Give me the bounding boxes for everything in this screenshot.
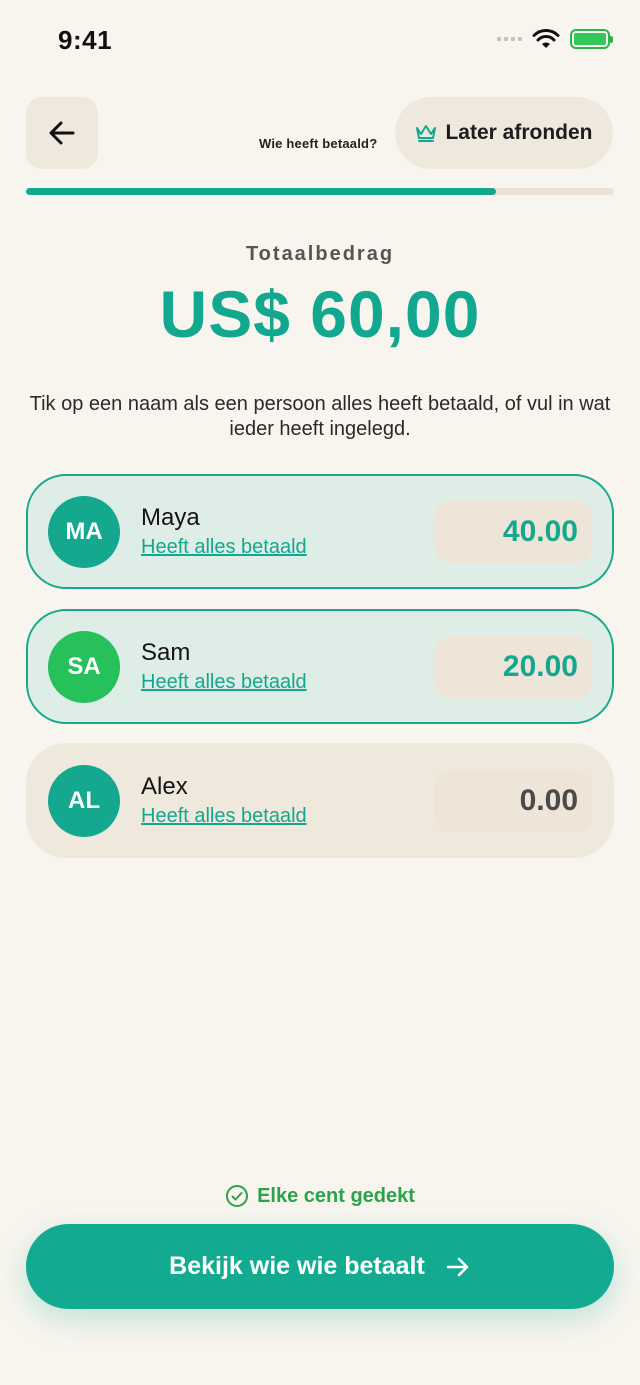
total-label: Totaalbedrag [245,243,395,265]
status-icons [497,28,613,50]
cta-label: Bekijk wie wie betaalt [169,1252,425,1280]
person-info: Sam Heeft alles betaald [141,639,434,694]
avatar: MA [48,495,120,568]
avatar: SA [48,630,120,703]
page-title: Wie heeft betaald? [259,136,378,151]
person-card-maya[interactable]: MA Maya Heeft alles betaald 40.00 [26,474,614,589]
coverage-status: Elke cent gedekt [0,1184,640,1208]
status-bar: 9:41 [0,0,640,80]
amount-input[interactable]: 20.00 [434,635,592,698]
person-card-sam[interactable]: SA Sam Heeft alles betaald 20.00 [26,609,614,724]
amount-input[interactable]: 0.00 [434,769,592,832]
battery-icon [570,29,613,49]
view-who-pays-button[interactable]: Bekijk wie wie betaalt [26,1224,614,1309]
paid-all-link[interactable]: Heeft alles betaald [141,805,307,828]
wifi-icon [532,29,560,48]
finish-later-label: Later afronden [445,121,593,144]
person-card-alex[interactable]: AL Alex Heeft alles betaald 0.00 [26,743,614,858]
crown-icon [416,125,437,142]
paid-all-link[interactable]: Heeft alles betaald [141,671,307,694]
person-name: Maya [141,504,200,531]
coverage-label: Elke cent gedekt [257,1184,415,1207]
person-name: Alex [141,773,188,800]
paid-all-link[interactable]: Heeft alles betaald [141,536,307,559]
progress-fill [26,188,497,195]
status-time: 9:41 [58,25,113,55]
check-circle-icon [226,1185,249,1207]
person-name: Sam [141,639,191,666]
arrow-left-icon [49,121,75,145]
amount-input[interactable]: 40.00 [434,500,592,563]
person-info: Alex Heeft alles betaald [141,773,434,828]
back-button[interactable] [26,97,98,169]
progress-bar [26,188,614,195]
finish-later-button[interactable]: Later afronden [395,97,613,169]
cellular-signal-icon [497,37,522,41]
arrow-right-icon [446,1257,469,1276]
person-info: Maya Heeft alles betaald [141,504,434,559]
instruction-text: Tik op een naam als een persoon alles he… [29,393,611,440]
avatar: AL [48,764,120,837]
total-amount: US$ 60,00 [159,277,481,351]
